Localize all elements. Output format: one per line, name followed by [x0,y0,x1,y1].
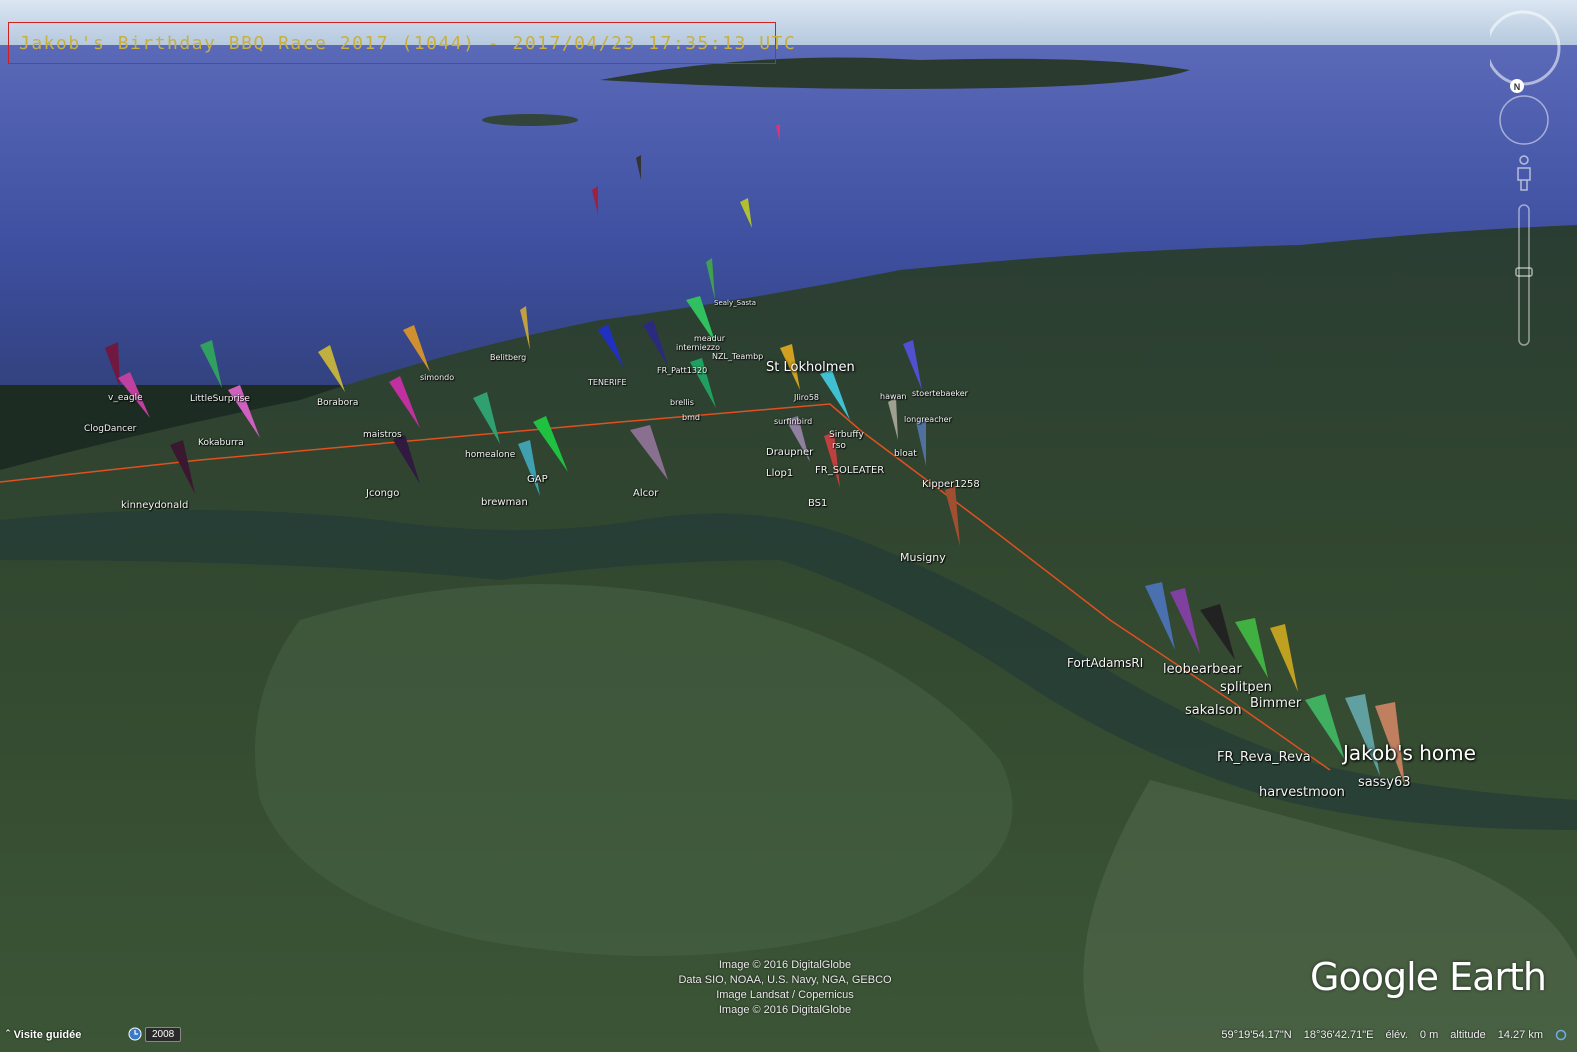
compass-ring[interactable] [1490,10,1561,86]
clock-icon [128,1027,142,1041]
boat-label[interactable]: FR_Reva_Reva [1217,750,1311,765]
boat-label[interactable]: simondo [420,373,454,382]
boat-label[interactable]: sassy63 [1358,775,1411,790]
attribution-line: Image Landsat / Copernicus [716,989,854,1001]
boat-label[interactable]: bloat [894,449,917,459]
boat-label[interactable]: harvestmoon [1259,785,1345,800]
boat-label[interactable]: Belitberg [490,353,526,362]
boat-label[interactable]: brellis [670,398,694,407]
boat-label[interactable]: longreacher [904,415,952,424]
boat-label[interactable]: Alcor [633,488,658,499]
boat-label[interactable]: Sirbuffy [829,430,864,440]
altitude-value: 14.27 km [1497,1029,1543,1041]
boat-label[interactable]: FR_Patt1320 [657,366,707,375]
boat-label[interactable]: leobearbear [1163,662,1242,677]
boat-label[interactable]: Kipper1258 [922,479,980,490]
boat-label[interactable]: kinneydonald [121,500,188,511]
boat-label[interactable]: maistros [363,430,402,440]
boat-label[interactable]: rso [832,441,846,451]
latitude: 59°19'54.17"N [1221,1029,1292,1041]
look-joystick[interactable] [1499,95,1549,145]
altitude-label: altitude [1450,1029,1486,1041]
place-label-jakobs-home[interactable]: Jakob's home [1343,741,1476,765]
compass-n-label: N [1514,82,1521,92]
boat-label[interactable]: stoertebaeker [912,389,968,398]
attribution-line: Data SIO, NOAA, U.S. Navy, NGA, GEBCO [678,974,892,986]
boat-label[interactable]: Llop1 [766,468,793,479]
google-earth-logo: Google Earth [1310,955,1547,999]
boat-label[interactable]: TENERIFE [588,378,627,387]
boat-label[interactable]: NZL_Teambp [712,352,763,361]
guided-tour-label: Visite guidée [13,1029,82,1041]
boat-label[interactable]: brewman [481,497,528,508]
streaming-indicator-icon [1555,1029,1567,1041]
boat-label[interactable]: Jliro58 [794,393,819,402]
race-title-box: Jakob's Birthday BBQ Race 2017 (1044) - … [8,22,795,64]
boat-label[interactable]: Draupner [766,447,813,458]
boat-label[interactable]: Musigny [900,551,946,564]
elevation-value: 0 m [1419,1029,1439,1041]
race-title: Jakob's Birthday BBQ Race 2017 (1044) - … [19,32,797,54]
historical-imagery-button[interactable]: 2008 [128,1025,182,1043]
boat-label[interactable]: Kokaburra [198,438,244,448]
boat-label[interactable]: Sealy_Sasta [714,299,756,307]
navigation-controls[interactable]: N [1490,0,1570,360]
boat-label[interactable]: v_eagle [108,393,143,403]
chevron-up-icon: ˆ [6,1029,10,1041]
earth-view[interactable] [0,0,1577,1052]
boat-label[interactable]: surfinbird [774,417,812,426]
street-view-icon[interactable] [1517,155,1531,191]
longitude: 18°36'42.71"E [1303,1029,1374,1041]
boat-label[interactable]: LittleSurprise [190,394,250,404]
boat-label[interactable]: interniezzo [676,343,720,352]
boat-label[interactable]: Bimmer [1250,696,1301,711]
elevation-label: élév. [1385,1029,1408,1041]
guided-tour-button[interactable]: ˆ Visite guidée [6,1026,81,1044]
boat-label[interactable]: Jcongo [366,488,399,499]
imagery-year: 2008 [145,1026,182,1042]
boat-label[interactable]: ClogDancer [84,424,136,434]
boat-label[interactable]: homealone [465,450,515,460]
boat-label[interactable]: BS1 [808,498,827,509]
boat-label[interactable]: sakalson [1185,703,1242,718]
place-label-st-lokholmen[interactable]: St Lokholmen [766,360,855,375]
boat-label[interactable]: splitpen [1220,680,1272,695]
boat-label[interactable]: FR_SOLEATER [815,465,884,476]
boat-label[interactable]: bmd [682,413,700,422]
attribution-line: Image © 2016 DigitalGlobe [718,959,852,971]
boat-label[interactable]: GAP [527,474,548,485]
boat-label[interactable]: Borabora [317,398,358,408]
boat-label[interactable]: FortAdamsRI [1067,656,1143,670]
status-readout: 59°19'54.17"N 18°36'42.71"E élév. 0 m al… [1221,1029,1567,1041]
island-small [482,114,578,126]
zoom-slider-track[interactable] [1518,204,1530,346]
attribution-line: Image © 2016 DigitalGlobe [718,1004,852,1016]
boat-label[interactable]: meadur [694,334,725,343]
boat-label[interactable]: hawan [880,392,907,401]
